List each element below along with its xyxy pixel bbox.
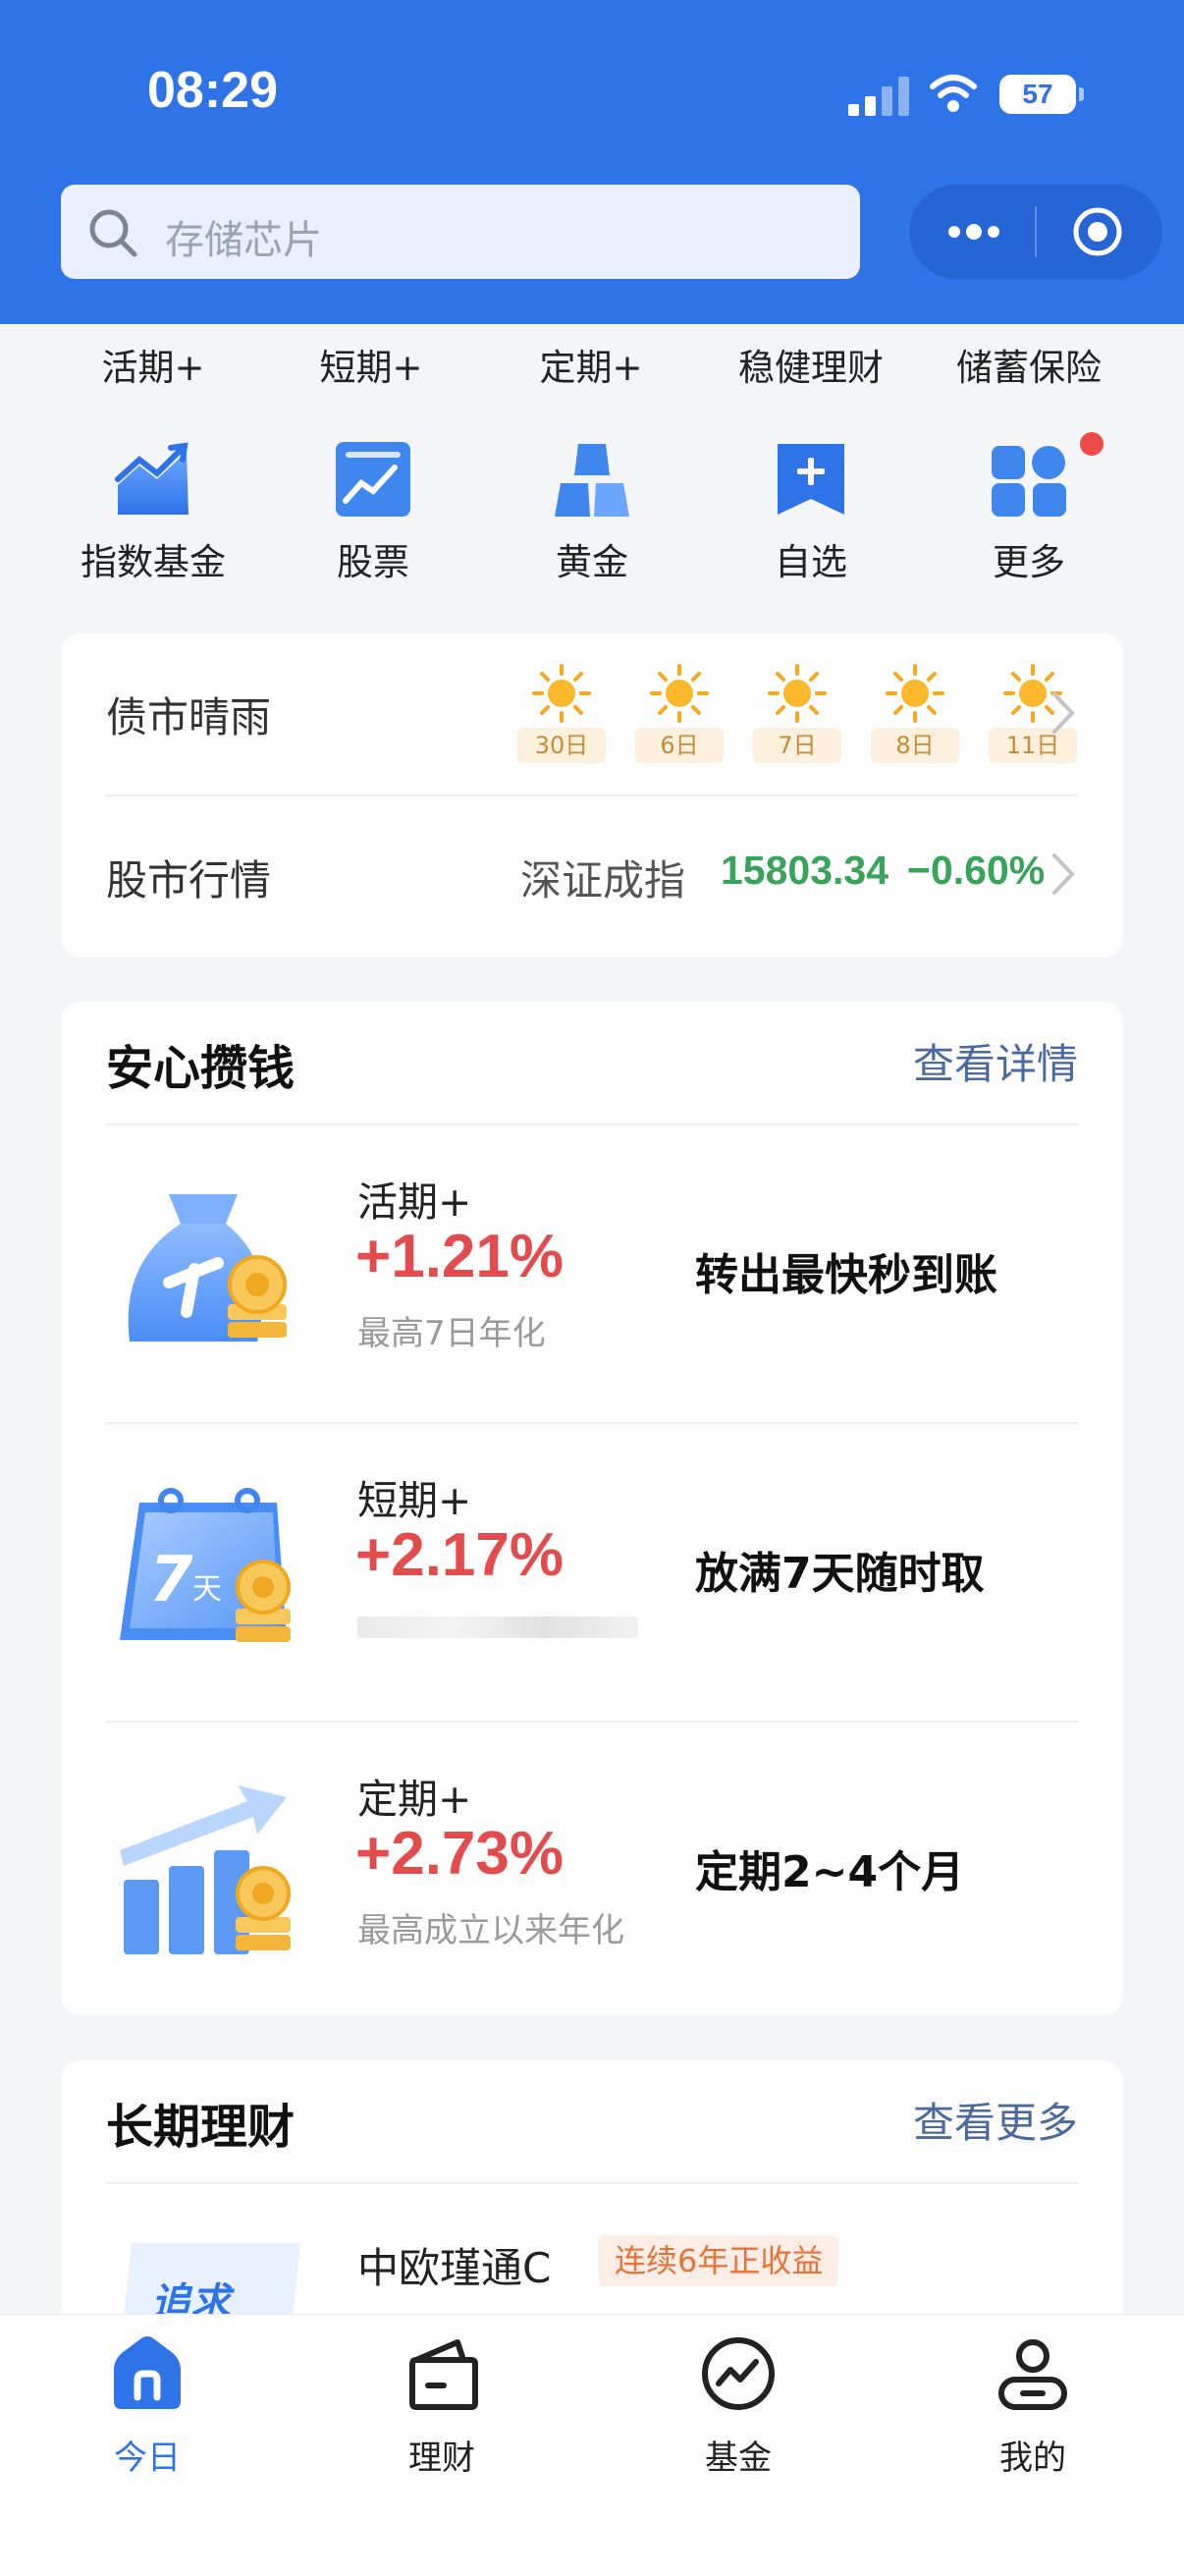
long-term-product-name[interactable]: 中欧瑾通C (357, 2235, 551, 2295)
index-fund-icon (115, 442, 188, 515)
product-rate: +2.73% (355, 1820, 565, 1888)
product-name: 定期+ (357, 1776, 472, 1823)
profile-icon (998, 2339, 1067, 2410)
market-card: 债市晴雨 30日 6日 7日 8日 11日 股市行情 深证成指 15803.34… (61, 633, 1123, 958)
category-tabs: 活期+ 短期+ 定期+ 稳健理财 储蓄保险 (0, 324, 1184, 403)
blurred-rate-note (357, 1617, 638, 1638)
bottom-tab-bar: 今日 理财 基金 我的 (0, 2314, 1184, 2576)
quick-entry-gold[interactable]: 黄金 (494, 432, 690, 589)
category-tab[interactable]: 储蓄保险 (921, 338, 1137, 391)
search-bar[interactable]: 存储芯片 (61, 185, 860, 279)
wallet-icon (409, 2339, 478, 2410)
category-tab[interactable]: 定期+ (483, 338, 699, 391)
sun-icon (532, 664, 591, 723)
product-rate-note: 最高7日年化 (357, 1314, 546, 1353)
search-placeholder: 存储芯片 (165, 218, 322, 263)
bond-market-title: 债市晴雨 (106, 693, 272, 741)
product-rate-note: 最高成立以来年化 (357, 1911, 624, 1950)
quick-entry-label: 指数基金 (81, 541, 226, 583)
tab-fund[interactable]: 基金 (640, 2334, 836, 2492)
product-fixed-term-plus[interactable]: 定期+ +2.73% 最高成立以来年化 定期2~4个月 (61, 1723, 1123, 2017)
forecast-day-label: 30日 (517, 728, 606, 763)
index-change: −0.60% (907, 848, 1046, 893)
money-bag-icon (128, 1194, 287, 1342)
product-short-term-plus[interactable]: 7 天 短期+ +2.17% 放满7天随时取 (61, 1424, 1123, 1719)
product-tagline: 放满7天随时取 (695, 1549, 985, 1599)
forecast-day-label: 7日 (753, 728, 841, 763)
bond-forecast-item: 6日 (635, 663, 724, 771)
product-tagline: 定期2~4个月 (695, 1847, 965, 1897)
search-icon (89, 209, 137, 257)
sun-icon (650, 664, 709, 723)
watchlist-icon (778, 444, 844, 515)
tab-label: 理财 (408, 2439, 475, 2478)
chevron-right-icon (1052, 853, 1075, 895)
track-record-badge: 连续6年正收益 (599, 2235, 839, 2286)
category-tab[interactable]: 稳健理财 (703, 338, 919, 391)
product-tagline: 转出最快秒到账 (695, 1250, 997, 1300)
status-time: 08:29 (147, 62, 278, 119)
section-divider (106, 2182, 1078, 2184)
tab-label: 今日 (114, 2439, 181, 2478)
tab-today[interactable]: 今日 (49, 2334, 245, 2492)
view-more-link[interactable]: 查看更多 (913, 2090, 1078, 2150)
product-rate: +1.21% (355, 1223, 565, 1290)
product-name: 短期+ (357, 1477, 472, 1524)
quick-entry-more[interactable]: 更多 (931, 432, 1127, 589)
tab-label: 基金 (705, 2439, 772, 2478)
category-tab[interactable]: 短期+ (263, 338, 479, 391)
svg-text:7: 7 (149, 1544, 193, 1617)
stock-market-title: 股市行情 (106, 856, 272, 904)
sun-icon (768, 664, 827, 723)
stock-market-row[interactable]: 股市行情 深证成指 15803.34 −0.60% (106, 796, 1078, 958)
section-title: 安心攒钱 (106, 1041, 296, 1096)
quick-entries: 指数基金 股票 黄金 自选 更多 (0, 432, 1184, 589)
quick-entry-stock[interactable]: 股票 (275, 432, 471, 589)
quick-entry-label: 黄金 (556, 541, 628, 583)
product-rate: +2.17% (355, 1521, 565, 1589)
category-tab[interactable]: 活期+ (45, 338, 261, 391)
svg-text:天: 天 (192, 1572, 222, 1607)
wifi-icon (930, 75, 977, 112)
quick-entry-label: 更多 (993, 541, 1065, 583)
bond-forecast-item: 7日 (753, 663, 841, 771)
bond-forecast-item: 8日 (871, 663, 959, 771)
quick-entry-watchlist[interactable]: 自选 (713, 432, 909, 589)
fund-chart-icon (702, 2337, 775, 2410)
chevron-right-icon (1052, 692, 1075, 734)
view-details-link[interactable]: 查看详情 (913, 1031, 1078, 1091)
battery-indicator: 57 (999, 75, 1084, 114)
section-title: 长期理财 (106, 2100, 296, 2155)
forecast-day-label: 8日 (871, 728, 959, 763)
capsule-divider (1035, 206, 1037, 257)
product-current-plus[interactable]: 活期+ +1.21% 最高7日年化 转出最快秒到账 (61, 1125, 1123, 1420)
notification-dot (1080, 432, 1103, 456)
tab-mine[interactable]: 我的 (935, 2334, 1131, 2492)
growth-bars-icon (120, 1785, 291, 1954)
close-target-icon[interactable] (1072, 206, 1123, 257)
mini-program-capsule (909, 185, 1162, 279)
more-grid-icon (992, 446, 1066, 517)
tab-wealth[interactable]: 理财 (344, 2334, 540, 2492)
app-header: 08:29 57 存储芯片 (0, 0, 1184, 324)
quick-entry-index-fund[interactable]: 指数基金 (55, 432, 251, 589)
home-icon (114, 2336, 181, 2409)
cellular-signal-icon (848, 77, 909, 116)
bond-market-row[interactable]: 债市晴雨 30日 6日 7日 8日 11日 (106, 633, 1078, 795)
sun-icon (886, 664, 944, 723)
stock-icon (336, 442, 410, 517)
savings-card: 安心攒钱 查看详情 活期+ +1.21% 最高7日年化 转出最快秒到账 7 天 (61, 1002, 1123, 2015)
product-name: 活期+ (357, 1178, 472, 1226)
quick-entry-label: 股票 (337, 541, 409, 583)
forecast-day-label: 6日 (635, 728, 724, 763)
calendar-7-days-icon: 7 天 (120, 1488, 291, 1642)
quick-entry-label: 自选 (775, 541, 847, 583)
gold-icon (555, 444, 629, 517)
index-name: 深证成指 (520, 856, 686, 904)
bond-forecast-item: 30日 (517, 663, 606, 771)
index-value: 15803.34 (721, 848, 889, 893)
tab-label: 我的 (999, 2439, 1066, 2478)
more-dots-icon[interactable] (942, 212, 1005, 251)
